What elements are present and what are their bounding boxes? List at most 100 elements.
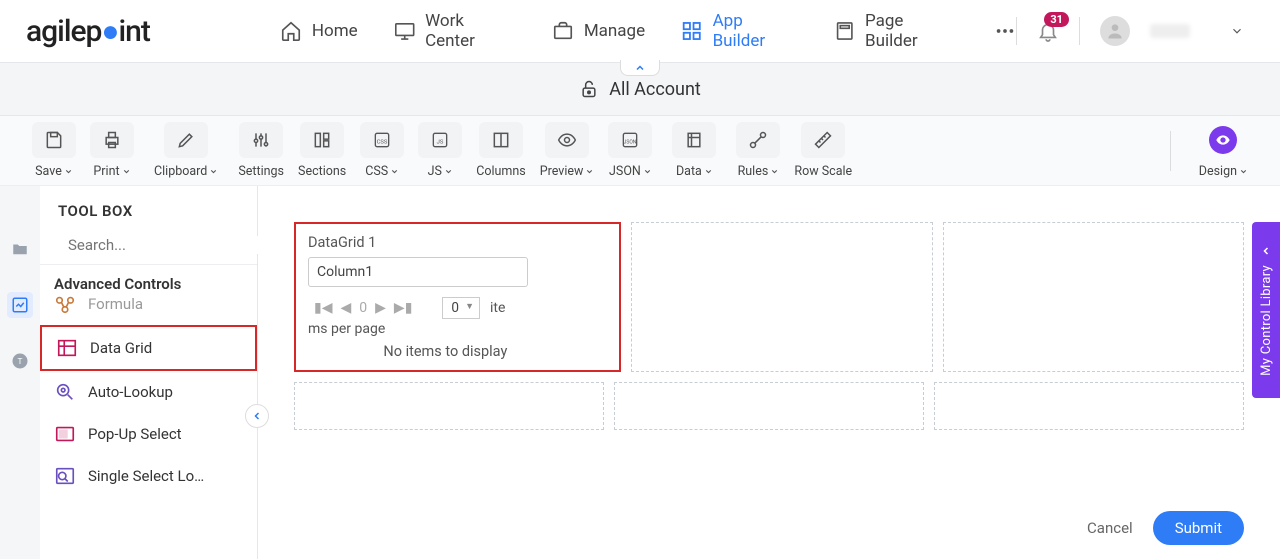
grid-icon (681, 20, 702, 42)
nav-manage[interactable]: Manage (552, 20, 645, 42)
side-tab-label: My Control Library (1259, 265, 1274, 376)
username (1150, 24, 1190, 38)
design-button[interactable]: Design (1199, 122, 1248, 179)
eye-icon (557, 130, 577, 150)
drop-cell[interactable] (294, 382, 604, 430)
page-icon (834, 20, 855, 42)
sections-button[interactable]: Sections (298, 122, 346, 179)
data-icon (684, 130, 704, 150)
chart-icon (11, 296, 29, 314)
control-library-tab[interactable]: My Control Library (1252, 222, 1280, 398)
drop-cell[interactable] (934, 382, 1244, 430)
nav-pagebuilder-label: Page Builder (865, 11, 958, 51)
js-icon: JS (430, 130, 450, 150)
notifications-button[interactable]: 31 (1037, 20, 1059, 42)
toolbox-item-autolookup[interactable]: Auto-Lookup (40, 371, 257, 413)
chevron-up-icon (634, 62, 646, 74)
page-size-select[interactable]: 0 (442, 297, 480, 319)
notification-badge: 31 (1044, 12, 1069, 27)
print-button[interactable]: Print (90, 122, 134, 179)
drop-cell[interactable] (614, 382, 924, 430)
settings-button[interactable]: Settings (238, 122, 284, 179)
pencil-icon (176, 130, 196, 150)
svg-text:JSON: JSON (624, 139, 637, 145)
divider (1016, 17, 1017, 45)
drop-cell[interactable] (943, 222, 1244, 372)
items-label-part2: ms per page (308, 321, 607, 337)
data-button[interactable]: Data (672, 122, 716, 179)
widget-title: DataGrid 1 (308, 234, 607, 251)
unlock-icon (579, 79, 599, 99)
css-button[interactable]: CSS CSS (360, 122, 404, 179)
chevron-left-icon (251, 410, 263, 422)
json-icon: JSON (620, 130, 640, 150)
collapse-topbar-button[interactable] (620, 60, 660, 76)
json-button[interactable]: JSON JSON (608, 122, 652, 179)
submit-button[interactable]: Submit (1153, 511, 1244, 545)
items-label-part1: ite (490, 300, 505, 316)
rules-icon (748, 130, 768, 150)
nav-appbuilder-label: App Builder (713, 11, 798, 51)
singleselect-icon (54, 465, 76, 487)
context-title: All Account (609, 79, 701, 100)
collapse-sidebar-button[interactable] (245, 404, 269, 428)
datagrid-icon (56, 337, 78, 359)
drop-cell[interactable] (631, 222, 932, 372)
chevron-left-icon (1260, 245, 1272, 257)
clipboard-button[interactable]: Clipboard (154, 122, 218, 179)
toolbox-item-label: Data Grid (90, 339, 152, 357)
columns-icon (491, 130, 511, 150)
nav-more[interactable] (994, 20, 1016, 42)
nav-home[interactable]: Home (280, 20, 358, 42)
toolbox-item-singleselect[interactable]: Single Select Lo… (40, 455, 257, 497)
popup-icon (54, 423, 76, 445)
lookup-icon (54, 381, 76, 403)
folder-icon (11, 240, 29, 258)
pager-current: 0 (359, 300, 367, 316)
pager-next[interactable]: ▶ (375, 300, 386, 316)
toolbox-item-datagrid[interactable]: Data Grid (40, 325, 257, 371)
svg-text:CSS: CSS (377, 139, 388, 145)
rules-button[interactable]: Rules (736, 122, 780, 179)
text-icon: T (11, 352, 29, 370)
user-avatar[interactable] (1100, 16, 1130, 46)
columns-button[interactable]: Columns (476, 122, 526, 179)
save-button[interactable]: Save (32, 122, 76, 179)
nav-workcenter-label: Work Center (425, 11, 516, 51)
pager-prev[interactable]: ◀ (340, 300, 351, 316)
pager-last[interactable]: ▶▮ (394, 300, 412, 316)
column-input[interactable] (308, 257, 528, 287)
rowscale-button[interactable]: Row Scale (794, 122, 852, 179)
cancel-button[interactable]: Cancel (1087, 519, 1133, 537)
sections-icon (312, 130, 332, 150)
formula-icon (54, 293, 76, 315)
search-input[interactable] (68, 236, 267, 254)
pager-first[interactable]: ▮◀ (314, 300, 332, 316)
more-icon (994, 20, 1016, 42)
chevron-down-icon[interactable] (1230, 24, 1244, 38)
empty-message: No items to display (308, 343, 607, 360)
toolbox-header: TOOL BOX (40, 186, 257, 230)
css-icon: CSS (372, 130, 392, 150)
home-icon (280, 20, 302, 42)
monitor-icon (394, 20, 415, 42)
nav-manage-label: Manage (584, 21, 645, 41)
nav-workcenter[interactable]: Work Center (394, 11, 516, 51)
preview-button[interactable]: Preview (540, 122, 595, 179)
rail-files[interactable] (7, 236, 33, 262)
divider (1079, 17, 1080, 45)
user-icon (1105, 21, 1125, 41)
rail-text[interactable]: T (7, 348, 33, 374)
nav-pagebuilder[interactable]: Page Builder (834, 11, 958, 51)
logo: agilep●int (26, 14, 150, 49)
datagrid-widget[interactable]: DataGrid 1 ▮◀ ◀ 0 ▶ ▶▮ 0 ite ms per page… (294, 222, 621, 372)
nav-appbuilder[interactable]: App Builder (681, 11, 797, 51)
js-button[interactable]: JS JS (418, 122, 462, 179)
briefcase-icon (552, 20, 574, 42)
toolbox-item-popupselect[interactable]: Pop-Up Select (40, 413, 257, 455)
toolbox-item-label: Single Select Lo… (88, 467, 204, 485)
ruler-icon (813, 130, 833, 150)
toolbox-item-formula[interactable]: Formula (40, 293, 257, 325)
toolbox-item-label: Pop-Up Select (88, 425, 182, 443)
rail-chart[interactable] (7, 292, 33, 318)
